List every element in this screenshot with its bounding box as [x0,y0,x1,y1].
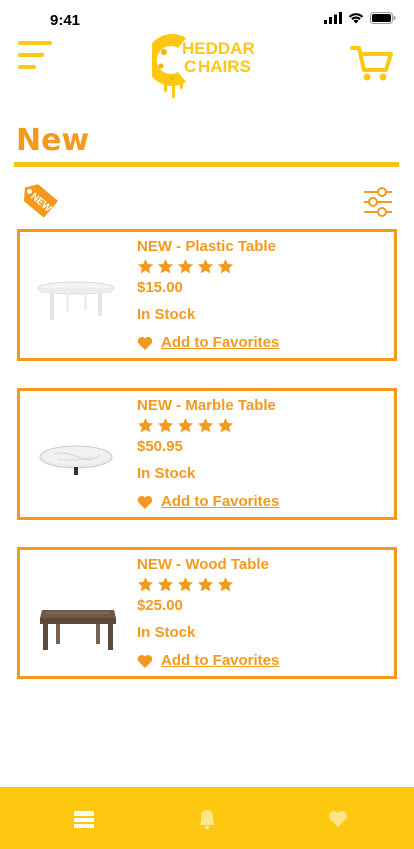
star-icon [177,418,194,433]
stock-status: In Stock [137,306,196,323]
new-tag-icon: NEW [16,176,66,226]
logo-text-line1: HEDDAR [182,39,255,58]
star-icon [197,259,214,274]
product-info: NEW - Plastic Table $15.00 In Stock Add … [137,237,387,353]
cart-button[interactable] [350,44,394,82]
product-rating [137,576,387,594]
hamburger-menu-icon [18,41,52,69]
star-icon [157,418,174,433]
stock-status: In Stock [137,465,196,482]
add-to-favorites-button[interactable]: Add to Favorites [137,651,387,671]
product-title: NEW - Wood Table [137,556,269,573]
product-image-marble-table [36,407,120,501]
product-price: $50.95 [137,438,183,455]
shopping-cart-icon [350,46,393,81]
star-icon [137,259,154,274]
star-icon [217,577,234,592]
product-rating [137,258,387,276]
add-to-favorites-label[interactable]: Add to Favorites [161,651,279,671]
wifi-icon [348,13,364,24]
heart-icon [137,496,153,509]
nav-item-notifications[interactable] [195,807,219,831]
star-icon [157,259,174,274]
add-to-favorites-label[interactable]: Add to Favorites [161,492,279,512]
star-icon [157,577,174,592]
page-title: New [16,123,90,158]
logo-text-line2: HAIRS [198,57,251,76]
star-icon [177,259,194,274]
star-icon [197,577,214,592]
star-icon [217,259,234,274]
heart-icon [137,655,153,668]
product-price: $15.00 [137,279,183,296]
status-icons [324,12,396,24]
heart-icon [329,811,347,827]
product-title: NEW - Marble Table [137,397,276,414]
bottom-nav [0,787,414,849]
add-to-favorites-button[interactable]: Add to Favorites [137,492,387,512]
product-card[interactable]: NEW - Wood Table $25.00 In Stock Add to … [17,547,397,679]
title-divider [14,162,399,167]
menu-button[interactable] [18,40,54,72]
star-icon [217,418,234,433]
status-time: 9:41 [50,12,81,29]
star-icon [137,577,154,592]
nav-item-favorites[interactable] [326,807,350,831]
app-screen: 9:41 HEDDAR HAIRS C New NEW NEW - Plasti… [0,0,414,849]
star-icon [177,577,194,592]
add-to-favorites-button[interactable]: Add to Favorites [137,333,387,353]
star-icon [137,418,154,433]
product-title: NEW - Plastic Table [137,238,276,255]
product-rating [137,417,387,435]
stock-status: In Stock [137,624,196,641]
battery-icon [370,12,396,24]
bell-icon [199,810,215,830]
filter-button[interactable] [362,186,394,218]
signal-icon [324,12,342,24]
heart-icon [137,337,153,350]
filter-sliders-icon [364,187,392,217]
product-info: NEW - Marble Table $50.95 In Stock Add t… [137,396,387,512]
product-price: $25.00 [137,597,183,614]
brand-logo: HEDDAR HAIRS C [146,30,264,100]
star-icon [197,418,214,433]
product-card[interactable]: NEW - Plastic Table $15.00 In Stock Add … [17,229,397,361]
nav-item-list[interactable] [72,807,96,831]
product-image-plastic-table [36,248,120,342]
logo-letter: C [184,57,196,76]
list-icon [74,811,94,828]
product-image-wood-table [36,566,120,660]
add-to-favorites-label[interactable]: Add to Favorites [161,333,279,353]
product-card[interactable]: NEW - Marble Table $50.95 In Stock Add t… [17,388,397,520]
product-info: NEW - Wood Table $25.00 In Stock Add to … [137,555,387,671]
